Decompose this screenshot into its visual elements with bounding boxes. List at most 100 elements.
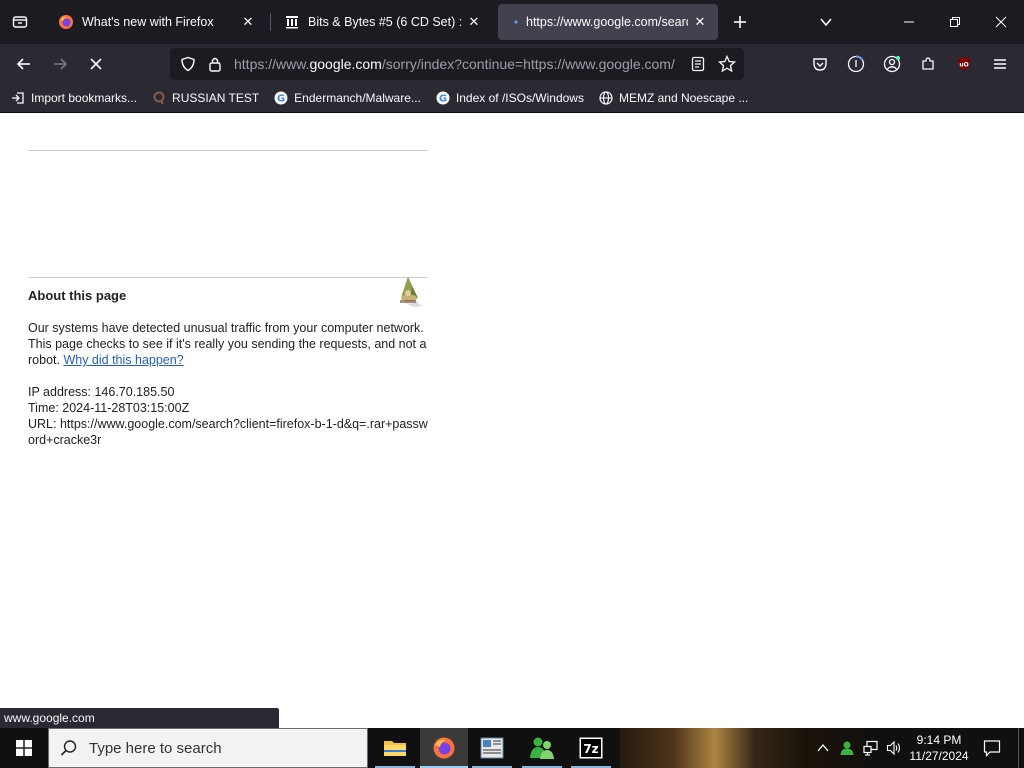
show-hidden-icons-button[interactable] bbox=[812, 728, 834, 768]
bookmark-russian-test[interactable]: RUSSIAN TEST bbox=[147, 86, 263, 110]
url-bar[interactable]: https://www.google.com/sorry/index?conti… bbox=[170, 48, 744, 80]
7zip-icon: 7z bbox=[579, 737, 603, 759]
url-prefix: https://www. bbox=[234, 56, 310, 72]
messenger-buddies-icon bbox=[530, 737, 554, 759]
clock-date: 11/27/2024 bbox=[909, 749, 969, 763]
bookmark-label: MEMZ and Noescape ... bbox=[618, 91, 749, 105]
google-icon: G bbox=[273, 90, 289, 106]
search-placeholder: Type here to search bbox=[89, 739, 222, 757]
ublock-icon: uO bbox=[958, 57, 970, 71]
list-all-tabs-button[interactable] bbox=[812, 8, 840, 36]
new-tab-button[interactable] bbox=[726, 8, 754, 36]
taskbar-firefox[interactable] bbox=[420, 728, 468, 768]
taskbar-7zip[interactable]: 7z bbox=[567, 728, 615, 768]
page-content: About this page Our systems have detecte… bbox=[0, 113, 1024, 728]
downloads-button[interactable] bbox=[840, 48, 872, 80]
minimize-icon bbox=[904, 21, 914, 23]
taskbar-messenger[interactable] bbox=[518, 728, 566, 768]
bookmark-memz[interactable]: MEMZ and Noescape ... bbox=[594, 86, 752, 110]
taskbar-file-explorer[interactable] bbox=[371, 728, 419, 768]
pocket-button[interactable] bbox=[804, 48, 836, 80]
download-progress-icon bbox=[847, 55, 865, 73]
svg-text:7z: 7z bbox=[583, 742, 598, 756]
import-icon bbox=[10, 90, 26, 106]
search-icon bbox=[49, 739, 89, 757]
hamburger-menu-icon bbox=[994, 59, 1006, 69]
back-button[interactable] bbox=[8, 48, 40, 80]
extensions-button[interactable] bbox=[912, 48, 944, 80]
tray-messenger[interactable] bbox=[836, 728, 858, 768]
ip-address-line: IP address: 146.70.185.50 bbox=[28, 385, 175, 399]
divider bbox=[28, 277, 428, 278]
divider bbox=[28, 150, 428, 151]
tab-google-search[interactable]: https://www.google.com/search ✕ bbox=[498, 4, 718, 40]
bookmark-star-icon[interactable] bbox=[717, 54, 737, 78]
tab-bits-bytes[interactable]: Bits & Bytes #5 (6 CD Set) : Bits ✕ bbox=[270, 4, 492, 40]
stop-loading-button[interactable] bbox=[80, 48, 112, 80]
google-icon: G bbox=[435, 90, 451, 106]
taskbar: Type here to search 7z 9:14 PM 11/27/202… bbox=[0, 728, 1024, 768]
restore-button[interactable] bbox=[932, 0, 978, 44]
url-text[interactable]: https://www.google.com/sorry/index?conti… bbox=[234, 48, 680, 80]
tab-title: Bits & Bytes #5 (6 CD Set) : Bits bbox=[308, 15, 462, 29]
tab-title: https://www.google.com/search bbox=[526, 15, 688, 29]
minimize-button[interactable] bbox=[886, 0, 932, 44]
bookmarks-toolbar: Import bookmarks... RUSSIAN TEST G Ender… bbox=[0, 84, 1024, 113]
about-page-heading: About this page bbox=[28, 288, 127, 303]
news-icon bbox=[480, 737, 504, 759]
chevron-up-icon bbox=[817, 743, 829, 752]
bookmark-label: Import bookmarks... bbox=[31, 91, 138, 105]
taskbar-clock[interactable]: 9:14 PM 11/27/2024 bbox=[902, 728, 976, 768]
account-icon bbox=[883, 55, 901, 73]
tab-title: What's new with Firefox bbox=[82, 15, 214, 29]
network-icon bbox=[863, 740, 878, 756]
close-tab-icon[interactable]: ✕ bbox=[688, 10, 712, 34]
account-button[interactable] bbox=[876, 48, 908, 80]
pocket-icon bbox=[813, 58, 827, 71]
firefox-view-button[interactable] bbox=[0, 0, 40, 44]
time-line: Time: 2024-11-28T03:15:00Z bbox=[28, 401, 190, 415]
close-tab-icon[interactable]: ✕ bbox=[236, 10, 260, 34]
ublock-origin-button[interactable]: uO bbox=[948, 48, 980, 80]
bookmark-import[interactable]: Import bookmarks... bbox=[6, 86, 141, 110]
url-path: /sorry/index?continue=https://www.google… bbox=[381, 56, 675, 72]
plus-icon bbox=[734, 16, 746, 28]
firefox-view-icon bbox=[12, 16, 28, 28]
tracking-protection-shield-icon[interactable] bbox=[180, 56, 196, 77]
taskbar-news-app[interactable] bbox=[468, 728, 516, 768]
restore-icon bbox=[950, 17, 960, 27]
app-menu-button[interactable] bbox=[984, 48, 1016, 80]
bookmark-endermanch[interactable]: G Endermanch/Malware... bbox=[269, 86, 425, 110]
stop-icon bbox=[90, 58, 102, 70]
tab-whats-new[interactable]: What's new with Firefox ✕ bbox=[44, 4, 266, 40]
tray-network[interactable] bbox=[860, 728, 882, 768]
forward-button[interactable] bbox=[44, 48, 76, 80]
loading-icon bbox=[514, 20, 518, 24]
close-tab-icon[interactable]: ✕ bbox=[462, 10, 486, 34]
action-center-button[interactable] bbox=[976, 728, 1008, 768]
close-window-button[interactable] bbox=[978, 0, 1024, 44]
navigation-toolbar: https://www.google.com/sorry/index?conti… bbox=[0, 44, 1024, 84]
status-bar: www.google.com bbox=[0, 708, 279, 728]
lock-icon[interactable] bbox=[208, 56, 222, 77]
url-domain: google.com bbox=[309, 56, 382, 72]
svg-text:G: G bbox=[439, 94, 447, 105]
firefox-icon bbox=[59, 15, 73, 29]
start-button[interactable] bbox=[0, 728, 48, 768]
globe-icon bbox=[598, 90, 614, 106]
firefox-icon bbox=[433, 737, 455, 759]
reader-view-icon[interactable] bbox=[690, 56, 706, 77]
taskbar-search-box[interactable]: Type here to search bbox=[48, 728, 368, 768]
show-desktop-button[interactable] bbox=[1018, 728, 1024, 768]
bookmark-label: RUSSIAN TEST bbox=[172, 91, 260, 105]
bookmark-isos-windows[interactable]: G Index of /ISOs/Windows bbox=[431, 86, 588, 110]
forward-arrow-icon bbox=[54, 58, 68, 70]
clock-time: 9:14 PM bbox=[916, 733, 962, 747]
search-loop-icon bbox=[151, 90, 167, 106]
back-arrow-icon bbox=[16, 58, 30, 70]
why-did-this-happen-link[interactable]: Why did this happen? bbox=[63, 353, 183, 367]
close-icon bbox=[995, 16, 1007, 28]
windows-logo-icon bbox=[16, 740, 32, 756]
bookmark-label: Index of /ISOs/Windows bbox=[455, 91, 584, 105]
puzzle-icon bbox=[922, 57, 934, 70]
